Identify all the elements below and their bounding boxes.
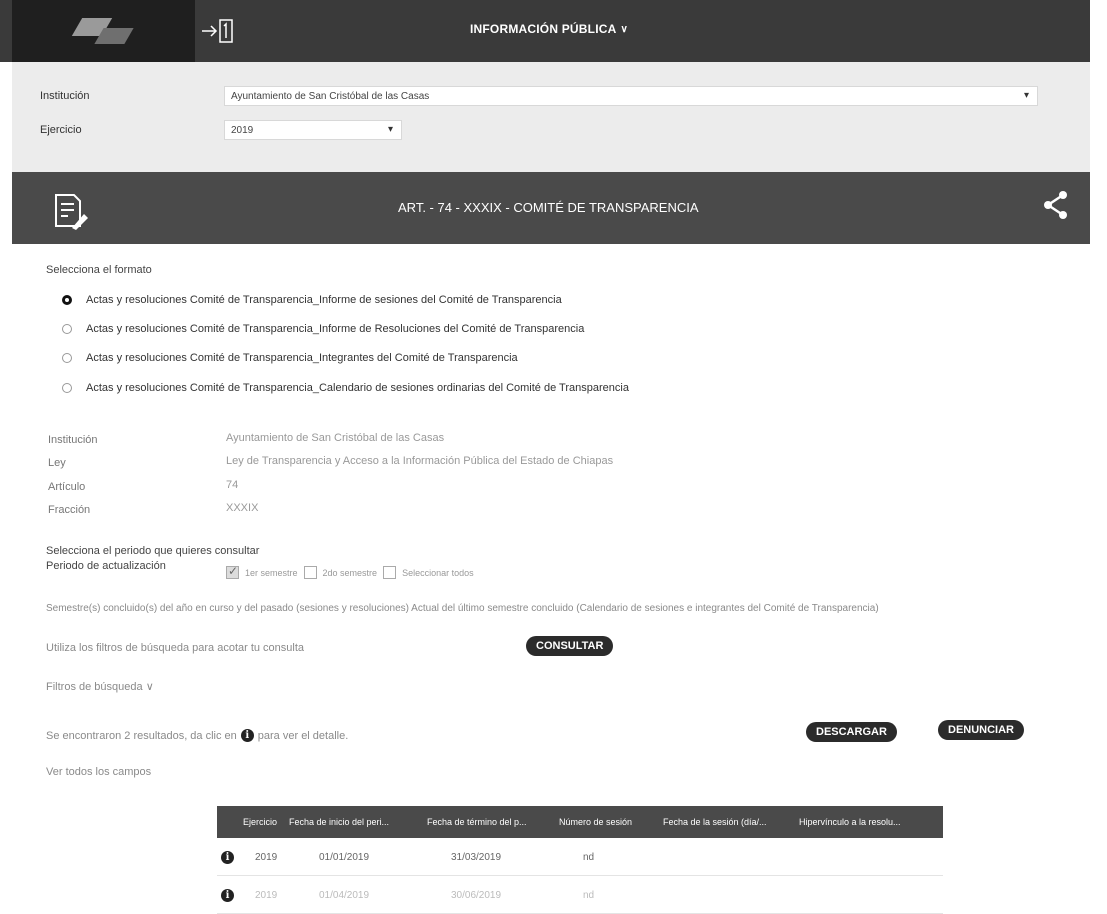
share-icon[interactable]	[1042, 190, 1070, 220]
info-article-label: Artículo	[48, 481, 86, 493]
format-heading: Selecciona el formato	[46, 264, 152, 276]
nav-title-label: INFORMACIÓN PÚBLICA	[470, 22, 617, 36]
column-header[interactable]: Fecha de inicio del peri...	[289, 817, 427, 827]
nav-menu-informacion-publica[interactable]: INFORMACIÓN PÚBLICA ∨	[470, 22, 628, 36]
report-button[interactable]: DENUNCIAR	[938, 720, 1024, 740]
period-heading: Selecciona el periodo que quieres consul…	[46, 545, 260, 557]
search-filters-label: Filtros de búsqueda	[46, 681, 143, 693]
search-filters-toggle[interactable]: Filtros de búsqueda ∨	[46, 680, 154, 693]
info-fraction-value: XXXIX	[226, 502, 259, 514]
table-cell: 2019	[255, 852, 278, 863]
institution-select-value: Ayuntamiento de San Cristóbal de las Cas…	[231, 91, 430, 102]
info-icon: i	[240, 729, 254, 742]
results-suffix: para ver el detalle.	[257, 729, 349, 742]
column-header[interactable]: Fecha de término del p...	[427, 817, 559, 827]
column-header[interactable]: Hipervínculo a la resolu...	[799, 817, 939, 827]
checkbox[interactable]	[303, 566, 317, 579]
table-row[interactable]: i 2019 01/04/2019 30/06/2019 nd	[217, 878, 943, 914]
table-cell: nd	[583, 890, 595, 901]
download-button[interactable]: DESCARGAR	[806, 722, 897, 742]
logo-icon	[71, 16, 135, 46]
institution-label: Institución	[40, 90, 90, 102]
results-summary: Se encontraron 2 resultados, da clic en …	[46, 729, 348, 742]
top-navbar: INFORMACIÓN PÚBLICA ∨	[0, 0, 1090, 62]
format-option[interactable]: Actas y resoluciones Comité de Transpare…	[62, 323, 584, 335]
period-options: 1er semestre 2do semestre Seleccionar to…	[226, 564, 474, 579]
table-cell: nd	[583, 852, 595, 863]
format-option[interactable]: Actas y resoluciones Comité de Transpare…	[62, 352, 518, 364]
format-option-label: Actas y resoluciones Comité de Transpare…	[86, 323, 585, 335]
table-row[interactable]: i 2019 01/01/2019 31/03/2019 nd	[217, 840, 943, 876]
column-header[interactable]: Número de sesión	[559, 817, 663, 827]
format-option-label: Actas y resoluciones Comité de Transpare…	[86, 294, 562, 306]
checkbox[interactable]	[383, 566, 397, 579]
logo[interactable]	[12, 0, 195, 62]
column-header[interactable]: Fecha de la sesión (día/...	[663, 817, 799, 827]
year-label: Ejercicio	[40, 124, 82, 136]
chevron-down-icon: ∨	[620, 23, 628, 35]
table-cell: 01/04/2019	[319, 890, 370, 901]
checkbox-label: 2do semestre	[322, 567, 378, 578]
selector-panel: Institución Ayuntamiento de San Cristóba…	[12, 62, 1090, 172]
info-article-value: 74	[226, 479, 239, 491]
dropdown-caret-icon: ▾	[387, 124, 393, 135]
table-cell: 30/06/2019	[451, 890, 502, 901]
format-option-label: Actas y resoluciones Comité de Transpare…	[86, 382, 629, 394]
year-select[interactable]: 2019 ▾	[224, 120, 402, 140]
format-option-label: Actas y resoluciones Comité de Transpare…	[86, 352, 518, 364]
format-option[interactable]: Actas y resoluciones Comité de Transpare…	[62, 294, 562, 306]
table-header: Ejercicio Fecha de inicio del peri... Fe…	[217, 806, 943, 838]
results-prefix: Se encontraron 2 resultados, da clic en	[46, 729, 237, 742]
radio-button[interactable]	[62, 353, 72, 363]
institution-select[interactable]: Ayuntamiento de San Cristóbal de las Cas…	[224, 86, 1038, 106]
table-cell: 31/03/2019	[451, 852, 502, 863]
period-note: Semestre(s) concluido(s) del año en curs…	[46, 603, 879, 614]
radio-button[interactable]	[62, 324, 72, 334]
checkbox-checked[interactable]	[226, 564, 239, 579]
article-title: ART. - 74 - XXXIX - COMITÉ DE TRANSPAREN…	[398, 200, 699, 215]
format-option[interactable]: Actas y resoluciones Comité de Transpare…	[62, 382, 629, 394]
radio-button-selected[interactable]	[62, 295, 72, 305]
article-banner: ART. - 74 - XXXIX - COMITÉ DE TRANSPAREN…	[12, 172, 1090, 244]
radio-button[interactable]	[62, 383, 72, 393]
document-edit-icon	[52, 192, 92, 232]
dropdown-caret-icon: ▾	[1023, 90, 1029, 101]
column-header[interactable]: Ejercicio	[243, 817, 289, 827]
info-icon[interactable]: i	[221, 851, 234, 864]
info-institution-value: Ayuntamiento de San Cristóbal de las Cas…	[226, 432, 445, 444]
view-all-fields-link[interactable]: Ver todos los campos	[46, 766, 151, 778]
table-cell: 2019	[255, 890, 278, 901]
info-institution-label: Institución	[48, 434, 98, 446]
search-hint: Utiliza los filtros de búsqueda para aco…	[46, 642, 305, 654]
info-law-label: Ley	[48, 457, 66, 469]
consult-button[interactable]: CONSULTAR	[526, 636, 614, 656]
table-cell: 01/01/2019	[319, 852, 370, 863]
checkbox-label: Seleccionar todos	[402, 567, 474, 578]
chevron-down-icon: ∨	[145, 681, 154, 693]
info-icon[interactable]: i	[221, 889, 234, 902]
year-select-value: 2019	[231, 125, 254, 136]
login-icon[interactable]	[200, 18, 236, 44]
period-label: Periodo de actualización	[46, 560, 166, 572]
checkbox-label: 1er semestre	[245, 567, 298, 578]
info-law-value: Ley de Transparencia y Acceso a la Infor…	[226, 455, 614, 467]
info-fraction-label: Fracción	[48, 504, 91, 516]
